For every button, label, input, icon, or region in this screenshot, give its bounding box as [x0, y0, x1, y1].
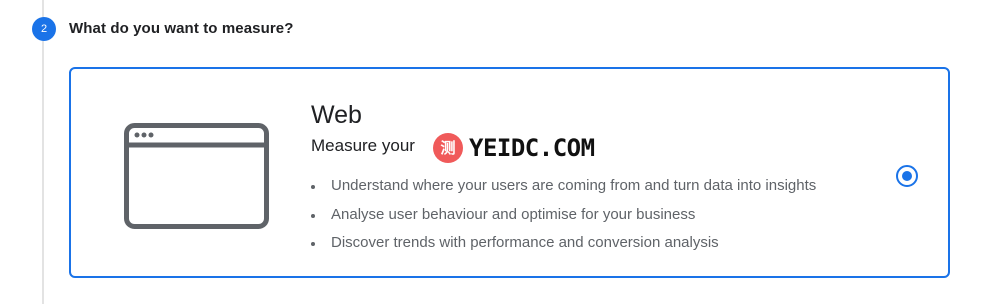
option-subtitle: Measure your	[311, 136, 415, 155]
step-title: What do you want to measure?	[69, 20, 294, 37]
web-radio-button[interactable]	[896, 165, 918, 187]
radio-selected-dot	[902, 171, 912, 181]
stepper-line	[42, 0, 44, 304]
feature-list-item: Understand where your users are coming f…	[311, 175, 816, 204]
browser-window-icon	[124, 123, 269, 229]
feature-list: Understand where your users are coming f…	[311, 175, 816, 261]
watermark-text: YEIDC.COM	[469, 134, 595, 162]
watermark: 测 YEIDC.COM	[433, 131, 595, 165]
watermark-logo-icon: 测	[433, 133, 463, 163]
step-number-badge: 2	[32, 17, 56, 41]
feature-list-item: Analyse user behaviour and optimise for …	[311, 204, 816, 233]
page: 2 What do you want to measure? Web Measu…	[0, 0, 1000, 304]
feature-list-item: Discover trends with performance and con…	[311, 232, 816, 261]
web-option-card[interactable]: Web Measure your 测 YEIDC.COM Understand …	[69, 67, 950, 278]
option-title: Web	[311, 101, 362, 129]
